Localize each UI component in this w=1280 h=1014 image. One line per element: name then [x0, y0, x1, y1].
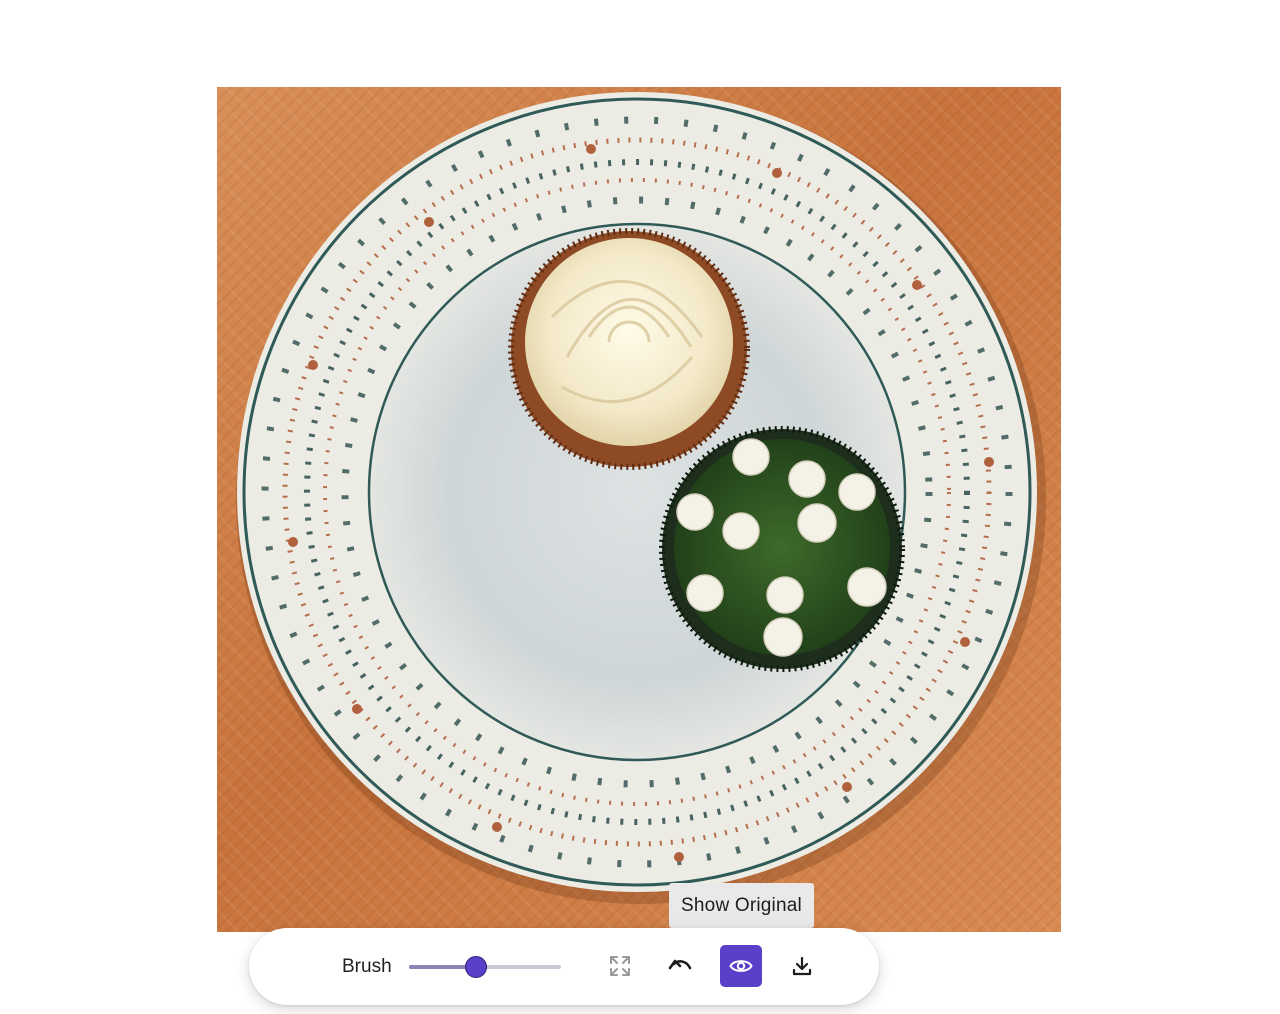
undo-button[interactable]	[659, 945, 701, 987]
eye-icon	[729, 957, 753, 975]
bottom-toolbar: Brush	[249, 928, 879, 1005]
show-original-tooltip: Show Original	[669, 883, 814, 928]
slider-thumb[interactable]	[464, 956, 487, 978]
undo-icon	[667, 956, 693, 976]
show-original-button[interactable]	[720, 945, 762, 987]
download-icon	[791, 955, 813, 977]
brush-label: Brush	[342, 956, 392, 977]
brush-size-slider[interactable]	[409, 954, 561, 980]
download-button[interactable]	[781, 945, 823, 987]
expand-icon	[609, 955, 631, 977]
photo	[236, 92, 1046, 904]
expand-button[interactable]	[599, 945, 641, 987]
image-canvas[interactable]	[217, 87, 1061, 932]
